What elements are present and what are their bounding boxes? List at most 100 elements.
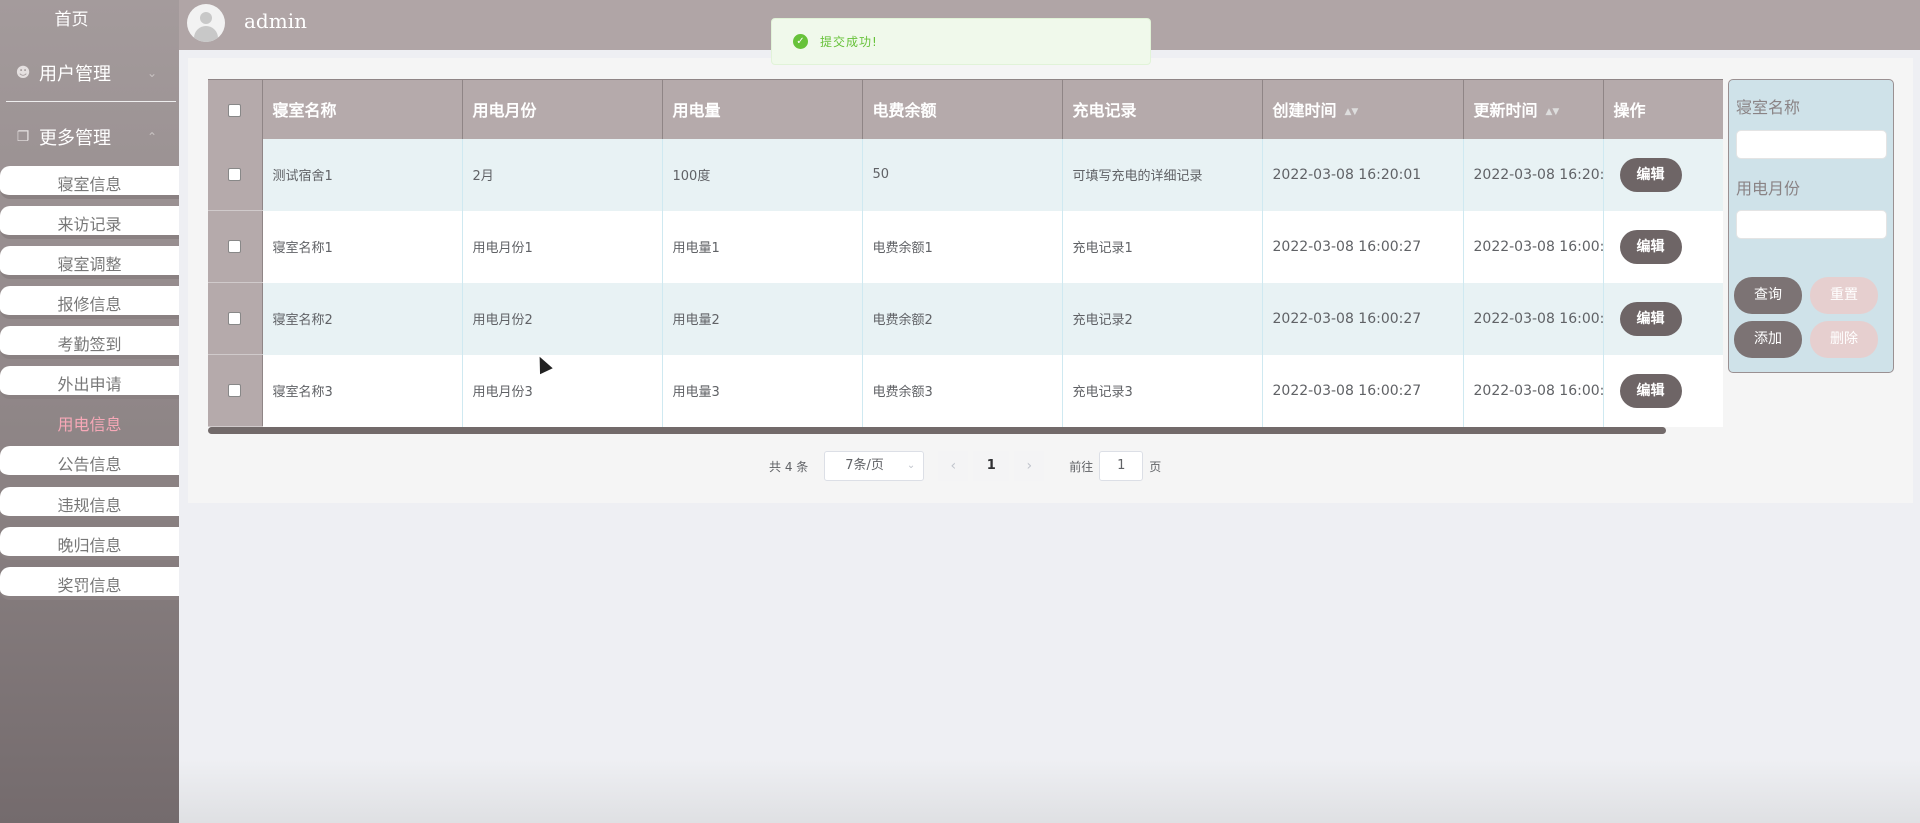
sidebar-item-late-return-info[interactable]: 晚归信息 bbox=[0, 527, 179, 560]
month-input[interactable] bbox=[1736, 210, 1887, 239]
cell-month: 用电月份3 bbox=[462, 354, 663, 427]
sidebar-home[interactable]: 首页 bbox=[0, 0, 143, 40]
reset-button[interactable]: 重置 bbox=[1810, 277, 1878, 314]
cell-actions: 编辑 bbox=[1603, 210, 1723, 283]
cell-created-time: 2022-03-08 16:00:27 bbox=[1262, 210, 1464, 283]
column-header-label: 更新时间 bbox=[1473, 101, 1538, 121]
cell-month: 用电月份1 bbox=[462, 210, 663, 283]
sidebar-item-electricity-info[interactable]: 用电信息 bbox=[0, 406, 179, 439]
query-button[interactable]: 查询 bbox=[1734, 277, 1802, 314]
sidebar-group-user-management[interactable]: ☻ 用户管理 ⌄ bbox=[0, 48, 179, 98]
sidebar-item-visit-records[interactable]: 来访记录 bbox=[0, 206, 179, 239]
cell-usage: 用电量3 bbox=[662, 354, 863, 427]
goto-suffix: 页 bbox=[1149, 459, 1162, 474]
delete-button[interactable]: 删除 bbox=[1810, 321, 1878, 358]
table-row: 寝室名称2 用电月份2 用电量2 电费余额2 充电记录2 2022-03-08 … bbox=[208, 282, 1723, 355]
cell-updated-time: 2022-03-08 16:20:01 bbox=[1463, 138, 1604, 211]
avatar-head bbox=[200, 12, 212, 24]
cell-updated-time: 2022-03-08 16:00:27 bbox=[1463, 354, 1604, 427]
cell-created-time: 2022-03-08 16:20:01 bbox=[1262, 138, 1464, 211]
chevron-down-icon: ⌄ bbox=[146, 66, 157, 80]
cell-balance: 50 bbox=[862, 138, 1063, 211]
sidebar-item-repair-info[interactable]: 报修信息 bbox=[0, 286, 179, 319]
check-circle-icon: ✓ bbox=[793, 34, 808, 49]
chevron-up-icon: ⌃ bbox=[146, 130, 157, 144]
cell-dorm-name: 寝室名称3 bbox=[262, 354, 463, 427]
cell-actions: 编辑 bbox=[1603, 354, 1723, 427]
cell-recharge-record: 充电记录3 bbox=[1062, 354, 1263, 427]
cell-recharge-record: 充电记录1 bbox=[1062, 210, 1263, 283]
cell-recharge-record: 充电记录2 bbox=[1062, 282, 1263, 355]
chevron-right-icon: › bbox=[1026, 458, 1033, 474]
edit-button[interactable]: 编辑 bbox=[1619, 301, 1682, 336]
sidebar-item-attendance[interactable]: 考勤签到 bbox=[0, 326, 179, 359]
copy-icon: ❐ bbox=[16, 129, 30, 145]
cell-dorm-name: 寝室名称1 bbox=[262, 210, 463, 283]
cell-balance: 电费余额3 bbox=[862, 354, 1063, 427]
page-size-value: 7条/页 bbox=[845, 458, 884, 473]
avatar[interactable] bbox=[187, 4, 225, 42]
next-page-button[interactable]: › bbox=[1014, 451, 1045, 481]
table-header-row: 寝室名称 用电月份 用电量 电费余额 充电记录 创建时间 ▲▼ 更新时间 ▲▼ 操作 bbox=[208, 79, 1723, 139]
row-checkbox[interactable] bbox=[228, 167, 242, 181]
column-header-month: 用电月份 bbox=[462, 79, 663, 139]
chevron-down-icon: ⌄ bbox=[906, 460, 916, 471]
pagination-total: 共 4 条 bbox=[769, 459, 809, 474]
table-row: 测试宿舍1 2月 100度 50 可填写充电的详细记录 2022-03-08 1… bbox=[208, 138, 1723, 211]
sidebar-item-notice-info[interactable]: 公告信息 bbox=[0, 446, 179, 479]
sidebar-group-label: 用户管理 bbox=[39, 64, 111, 85]
goto-page-input[interactable]: 1 bbox=[1099, 451, 1144, 481]
column-header-label: 创建时间 bbox=[1272, 101, 1337, 121]
column-header-created-time[interactable]: 创建时间 ▲▼ bbox=[1262, 79, 1464, 139]
cell-updated-time: 2022-03-08 16:00:27 bbox=[1463, 282, 1604, 355]
sidebar-divider bbox=[6, 101, 176, 102]
cell-balance: 电费余额1 bbox=[862, 210, 1063, 283]
row-checkbox[interactable] bbox=[228, 240, 242, 253]
cell-updated-time: 2022-03-08 16:00:27 bbox=[1463, 210, 1604, 283]
cell-actions: 编辑 bbox=[1603, 138, 1723, 211]
toast-message: 提交成功! bbox=[820, 35, 878, 49]
dorm-name-input[interactable] bbox=[1736, 130, 1887, 159]
sort-icon[interactable]: ▲▼ bbox=[1345, 107, 1359, 117]
column-header-updated-time[interactable]: 更新时间 ▲▼ bbox=[1463, 79, 1604, 139]
horizontal-scrollbar[interactable] bbox=[208, 427, 1666, 434]
sidebar-item-reward-penalty-info[interactable]: 奖罚信息 bbox=[0, 567, 179, 600]
cell-usage: 100度 bbox=[662, 138, 863, 211]
sidebar-item-violation-info[interactable]: 违规信息 bbox=[0, 487, 179, 520]
pagination: 共 4 条 7条/页 ⌄ ‹ 1 › 前往 1 页 bbox=[769, 451, 1161, 481]
sidebar-item-dorm-adjust[interactable]: 寝室调整 bbox=[0, 246, 179, 279]
column-header-actions: 操作 bbox=[1603, 79, 1723, 139]
goto-prefix: 前往 bbox=[1069, 459, 1094, 474]
success-toast: ✓ 提交成功! bbox=[771, 18, 1151, 65]
edit-button[interactable]: 编辑 bbox=[1619, 229, 1682, 264]
sort-icon[interactable]: ▲▼ bbox=[1546, 107, 1560, 117]
select-all-header bbox=[208, 79, 263, 139]
cell-recharge-record: 可填写充电的详细记录 bbox=[1062, 138, 1263, 211]
cell-month: 用电月份2 bbox=[462, 282, 663, 355]
column-header-recharge-record: 充电记录 bbox=[1062, 79, 1263, 139]
cell-balance: 电费余额2 bbox=[862, 282, 1063, 355]
row-checkbox[interactable] bbox=[228, 384, 242, 397]
edit-button[interactable]: 编辑 bbox=[1619, 157, 1682, 192]
row-checkbox-cell bbox=[208, 354, 263, 427]
edit-button[interactable]: 编辑 bbox=[1619, 373, 1682, 408]
sidebar-item-dorm-info[interactable]: 寝室信息 bbox=[0, 166, 179, 199]
data-table: 寝室名称 用电月份 用电量 电费余额 充电记录 创建时间 ▲▼ 更新时间 ▲▼ 操作… bbox=[208, 79, 1723, 434]
add-button[interactable]: 添加 bbox=[1734, 321, 1802, 358]
row-checkbox[interactable] bbox=[228, 312, 242, 325]
column-header-usage: 用电量 bbox=[662, 79, 863, 139]
sidebar-item-outing-request[interactable]: 外出申请 bbox=[0, 366, 179, 399]
sidebar-group-more-management[interactable]: ❐ 更多管理 ⌃ bbox=[0, 112, 179, 162]
table-row: 寝室名称1 用电月份1 用电量1 电费余额1 充电记录1 2022-03-08 … bbox=[208, 210, 1723, 283]
month-label: 用电月份 bbox=[1736, 179, 1801, 198]
select-all-checkbox[interactable] bbox=[228, 103, 242, 117]
bottom-shade bbox=[179, 760, 1920, 823]
page-number[interactable]: 1 bbox=[973, 451, 1010, 481]
prev-page-button[interactable]: ‹ bbox=[938, 451, 969, 481]
page-size-select[interactable]: 7条/页 ⌄ bbox=[824, 451, 925, 481]
cell-actions: 编辑 bbox=[1603, 282, 1723, 355]
user-icon: ☻ bbox=[15, 65, 31, 81]
cell-created-time: 2022-03-08 16:00:27 bbox=[1262, 282, 1464, 355]
cell-usage: 用电量2 bbox=[662, 282, 863, 355]
column-header-balance: 电费余额 bbox=[862, 79, 1063, 139]
